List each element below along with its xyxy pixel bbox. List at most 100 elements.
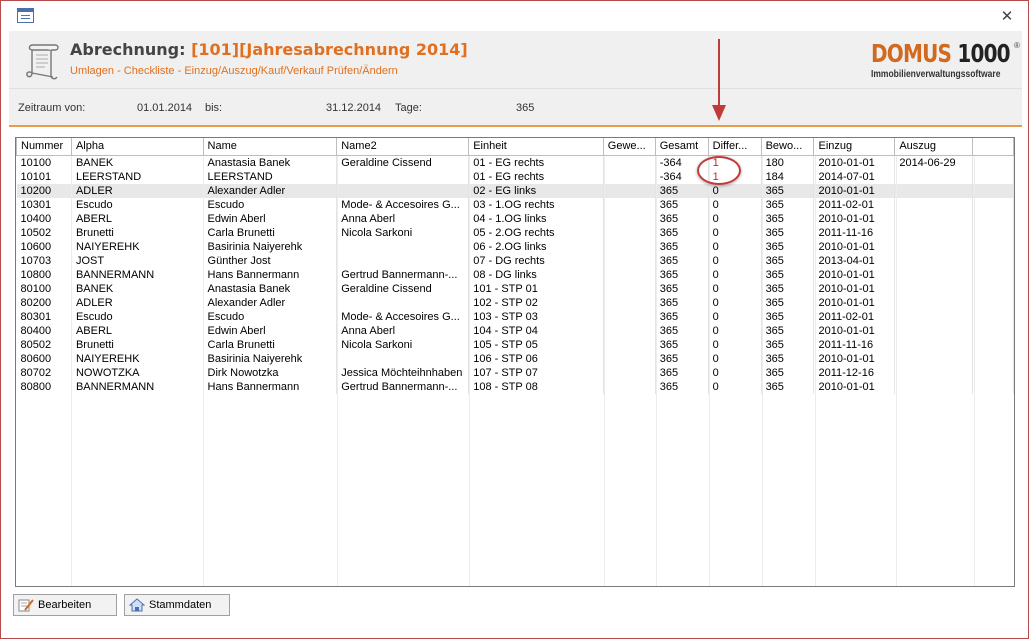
abrechnung-grid[interactable]: Nummer Alpha Name Name2 Einheit Gewe... Gesamt…	[15, 137, 1015, 587]
table-row[interactable]: 80702 NOWOTZKA Dirk Nowotzka Jessica Möchte…	[16, 365, 1014, 380]
table-row[interactable]: 80502 Brunetti Carla Brunetti Nicola Sarkon…	[16, 337, 1014, 352]
table-row[interactable]: 80301 Escudo Escudo Mode- & Accesoires G...…	[16, 309, 1014, 324]
table-row[interactable]: 10502 Brunetti Carla Brunetti Nicola Sarkon…	[16, 225, 1014, 240]
table-cell: 0	[708, 365, 762, 380]
table-cell: 365	[761, 183, 815, 198]
column-header[interactable]: Einheit	[468, 138, 604, 156]
table-cell: 365	[655, 309, 709, 324]
table-cell: Carla Brunetti	[203, 225, 338, 240]
table-cell: 2010-01-01	[813, 295, 896, 310]
table-cell: 365	[761, 337, 815, 352]
column-header[interactable]: Gesamt	[654, 138, 709, 156]
table-cell	[894, 239, 974, 254]
close-button[interactable]: ✕	[995, 5, 1019, 27]
table-cell: 80400	[16, 323, 72, 338]
table-cell: 365	[761, 211, 815, 226]
table-cell: 0	[708, 197, 762, 212]
table-cell: 2011-11-16	[813, 337, 896, 352]
column-header[interactable]: Gewe...	[602, 138, 656, 156]
table-cell: 10502	[16, 225, 72, 240]
grid-column-line	[762, 156, 763, 586]
table-row[interactable]: 80100 BANEK Anastasia Banek Geraldine Cisse…	[16, 281, 1014, 296]
table-cell: 0	[708, 351, 762, 366]
column-header[interactable]: Nummer	[16, 138, 72, 156]
table-cell: Escudo	[203, 309, 338, 324]
table-row[interactable]: 10703 JOST Günther Jost 07 - DG rechts 365 0 3…	[16, 253, 1014, 268]
column-header[interactable]: Name2	[336, 138, 470, 156]
table-cell	[894, 365, 974, 380]
table-cell-filler	[972, 197, 1014, 212]
table-cell: 365	[761, 295, 815, 310]
table-cell: Nicola Sarkoni	[336, 225, 470, 240]
table-cell	[894, 211, 974, 226]
zeitraum-bar: Zeitraum von: 01.01.2014 bis: 31.12.2014…	[9, 89, 1022, 127]
table-cell: 10100	[16, 155, 72, 170]
table-cell: 365	[655, 197, 709, 212]
table-cell: 105 - STP 05	[468, 337, 604, 352]
table-cell: 365	[761, 281, 815, 296]
title-name: [101][Jahresabrechnung 2014]	[191, 40, 468, 59]
table-cell: 10400	[16, 211, 72, 226]
edit-icon	[18, 599, 34, 612]
edit-button[interactable]: Bearbeiten	[13, 594, 117, 616]
house-icon	[129, 598, 145, 612]
table-cell	[336, 295, 470, 310]
table-cell: 0	[708, 379, 762, 394]
table-cell: Brunetti	[71, 225, 204, 240]
table-row[interactable]: 10200 ADLER Alexander Adler 02 - EG links 36…	[16, 183, 1014, 198]
column-header[interactable]: Alpha	[70, 138, 204, 156]
table-row[interactable]: 10400 ABERL Edwin Aberl Anna Aberl 04 - 1.OG…	[16, 211, 1014, 226]
table-cell: Carla Brunetti	[203, 337, 338, 352]
header-panel: Abrechnung: [101][Jahresabrechnung 2014]…	[9, 31, 1022, 89]
table-row[interactable]: 10600 NAIYEREHK Basirinia Naiyerehk 06 - 2.…	[16, 239, 1014, 254]
zeitraum-von-value: 01.01.2014	[137, 102, 193, 114]
table-row[interactable]: 80800 BANNERMANN Hans Bannermann Gertrud Ba…	[16, 379, 1014, 394]
annotation-circle	[697, 156, 741, 185]
table-cell: 2010-01-01	[813, 183, 896, 198]
edit-button-label: Bearbeiten	[38, 599, 92, 611]
table-row[interactable]: 10101 LEERSTAND LEERSTAND 01 - EG rechts -36…	[16, 169, 1014, 184]
table-row[interactable]: 80600 NAIYEREHK Basirinia Naiyerehk 106 - S…	[16, 351, 1014, 366]
table-cell: Edwin Aberl	[203, 323, 338, 338]
table-cell: 365	[761, 239, 815, 254]
table-cell: 80200	[16, 295, 72, 310]
table-cell: 365	[655, 225, 709, 240]
table-cell: 184	[761, 169, 815, 184]
logo-number: 1000	[957, 39, 1010, 68]
grid-column-line	[203, 156, 204, 586]
table-cell: 365	[761, 351, 815, 366]
table-cell: 0	[708, 323, 762, 338]
table-row[interactable]: 80200 ADLER Alexander Adler 102 - STP 02 365…	[16, 295, 1014, 310]
table-cell: 365	[761, 309, 815, 324]
table-cell: 2014-07-01	[813, 169, 896, 184]
table-cell: 80702	[16, 365, 72, 380]
column-header[interactable]: Differ...	[707, 138, 762, 156]
table-cell: 80502	[16, 337, 72, 352]
table-row[interactable]: 10800 BANNERMANN Hans Bannermann Gertrud Ba…	[16, 267, 1014, 282]
table-cell: 365	[655, 281, 709, 296]
table-cell: Edwin Aberl	[203, 211, 338, 226]
grid-column-line	[469, 156, 470, 586]
table-cell-filler	[972, 239, 1014, 254]
table-row[interactable]: 80400 ABERL Edwin Aberl Anna Aberl 104 - STP…	[16, 323, 1014, 338]
table-cell	[603, 211, 656, 226]
column-header[interactable]: Einzug	[813, 138, 896, 156]
stammdaten-button[interactable]: Stammdaten	[124, 594, 230, 616]
scroll-icon	[26, 44, 59, 80]
column-header[interactable]: Auszug	[894, 138, 974, 156]
table-cell	[603, 379, 656, 394]
logo-tagline: Immobilienverwaltungssoftware	[871, 69, 1001, 80]
column-header[interactable]: Name	[202, 138, 338, 156]
table-row[interactable]: 10301 Escudo Escudo Mode- & Accesoires G...…	[16, 197, 1014, 212]
table-row[interactable]: 10100 BANEK Anastasia Banek Geraldine Cisse…	[16, 155, 1014, 170]
table-cell: 365	[655, 295, 709, 310]
table-cell: 0	[708, 309, 762, 324]
table-cell	[603, 351, 656, 366]
table-cell-filler	[972, 309, 1014, 324]
table-cell: 365	[655, 337, 709, 352]
table-cell	[894, 351, 974, 366]
table-cell	[894, 183, 974, 198]
column-header[interactable]: Bewo...	[760, 138, 815, 156]
table-cell: 107 - STP 07	[468, 365, 604, 380]
table-cell	[603, 309, 656, 324]
